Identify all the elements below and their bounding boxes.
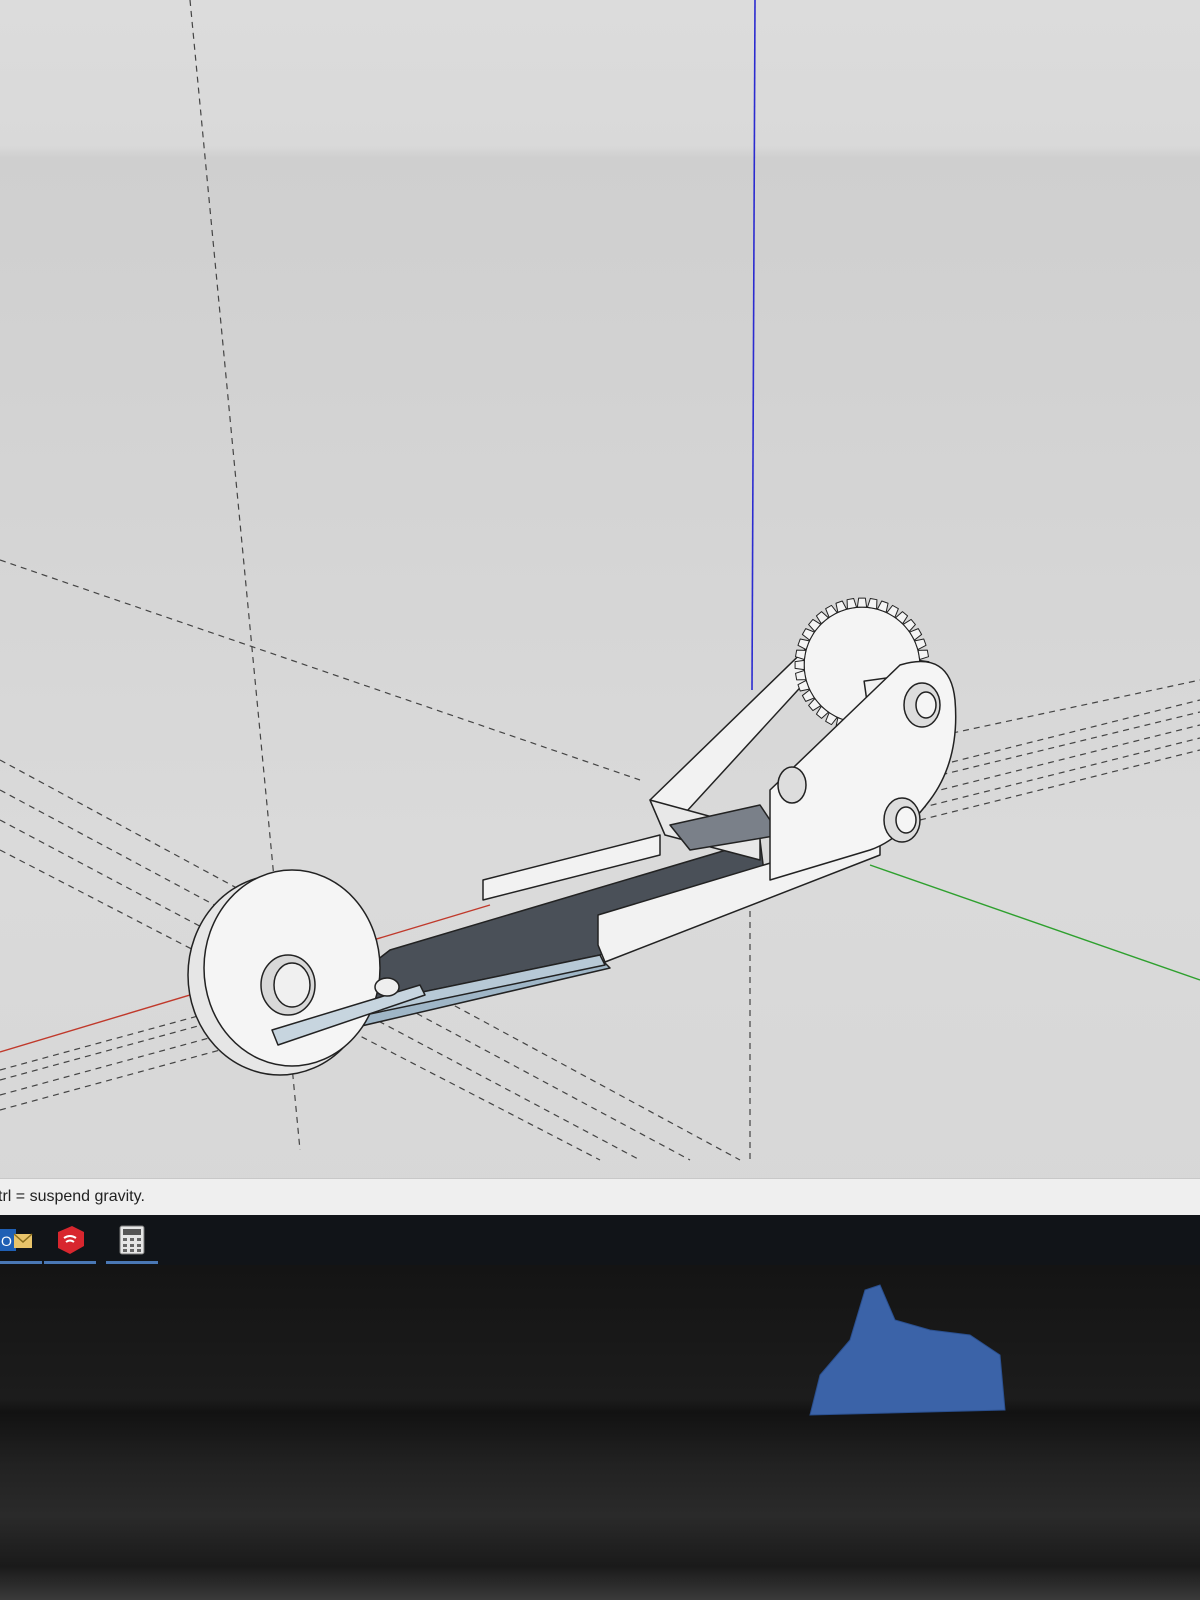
svg-text:O: O — [1, 1233, 12, 1249]
blue-axis — [751, 0, 756, 691]
guide-lines — [0, 0, 1200, 1161]
calculator-icon[interactable] — [106, 1223, 158, 1264]
status-text: trl = suspend gravity. — [0, 1188, 145, 1205]
windows-taskbar: O — [0, 1215, 1200, 1265]
gear-tooth — [917, 649, 929, 661]
green-axis — [869, 864, 1200, 981]
sketchup-3d-viewport[interactable] — [0, 0, 1200, 1178]
sketchup-icon[interactable] — [44, 1223, 96, 1264]
blue-tape-patch — [809, 1284, 1006, 1416]
gear-tooth — [794, 659, 805, 671]
gear-bracket-model[interactable] — [187, 597, 957, 1076]
status-bar: trl = suspend gravity. — [0, 1178, 1200, 1215]
monitor-bezel — [0, 1265, 1200, 1600]
gear-tooth — [846, 598, 858, 610]
gear-tooth — [866, 598, 878, 610]
model-canvas[interactable] — [0, 0, 1200, 1178]
monitor-screen: trl = suspend gravity. — [0, 0, 1200, 1215]
outlook-icon[interactable]: O — [0, 1223, 42, 1264]
gear-tooth — [856, 597, 868, 608]
